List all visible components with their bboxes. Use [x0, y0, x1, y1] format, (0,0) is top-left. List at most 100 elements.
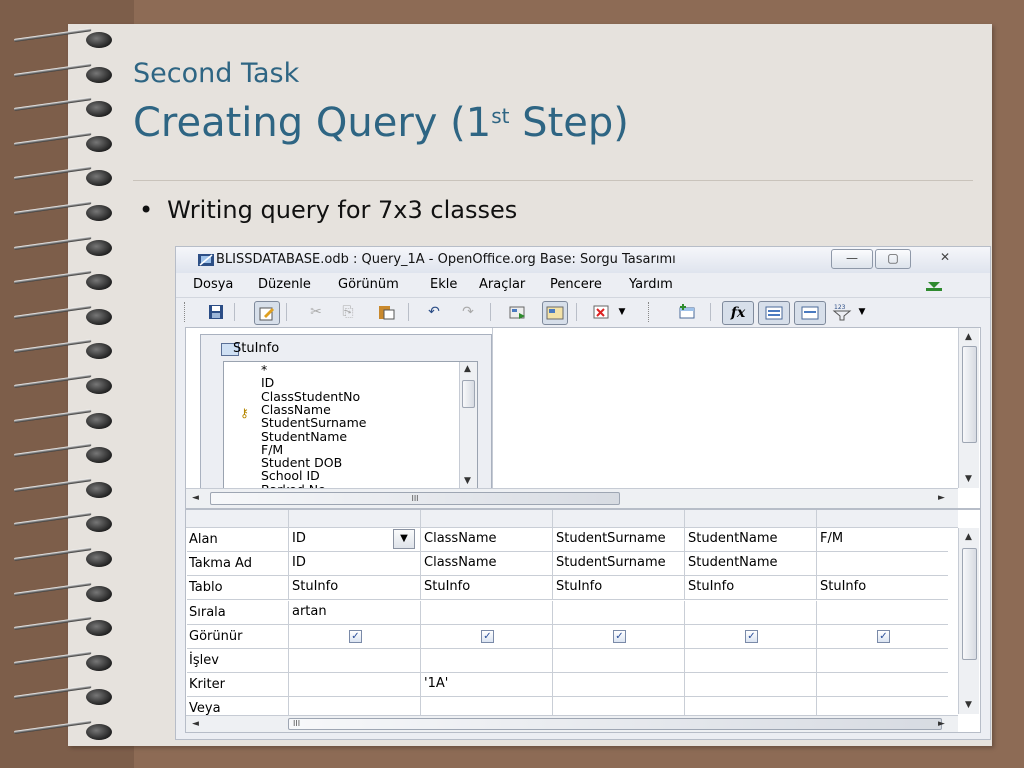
menu-pencere[interactable]: Pencere — [550, 277, 602, 292]
grid-cell-kriter[interactable] — [288, 673, 420, 698]
redo-icon[interactable]: ↷ — [456, 301, 480, 323]
functions-icon[interactable]: fx — [722, 301, 754, 325]
menu-yardim[interactable]: Yardım — [629, 277, 673, 292]
grid-cell-kriter[interactable] — [816, 673, 948, 698]
grid-column-header[interactable] — [288, 510, 421, 527]
grid-cell-kriter[interactable]: '1A' — [420, 673, 552, 698]
table-window-stuinfo[interactable]: StuInfo ⚷ * ID ClassStudentNo ClassName Stud… — [200, 334, 492, 490]
close-button[interactable]: ✕ — [920, 249, 970, 267]
scroll-up-arrow-icon[interactable]: ▲ — [965, 332, 972, 342]
grid-cell-sirala[interactable]: artan — [288, 600, 420, 625]
scroll-right-arrow-icon[interactable]: ► — [938, 719, 945, 729]
grid-cell-tablo[interactable]: StuInfo — [816, 576, 948, 601]
grid-cell-gorunur[interactable]: ✓ — [816, 624, 948, 649]
visible-checkbox[interactable]: ✓ — [877, 629, 890, 643]
grid-cell-sirala[interactable] — [684, 600, 816, 625]
menu-araclar[interactable]: Araçlar — [479, 277, 525, 292]
design-horizontal-scrollbar[interactable]: ◄ III ► — [186, 488, 958, 508]
grid-vertical-scrollbar[interactable]: ▲ ▼ — [958, 528, 979, 714]
grid-cell-takma-ad[interactable]: ID — [288, 552, 420, 577]
menu-dosya[interactable]: Dosya — [193, 277, 233, 292]
grid-column-header[interactable] — [552, 510, 685, 527]
grid-cell-gorunur[interactable]: ✓ — [420, 624, 552, 649]
visible-checkbox[interactable]: ✓ — [613, 629, 626, 643]
clear-query-icon[interactable] — [590, 301, 614, 323]
design-view-toggle-icon[interactable] — [542, 301, 568, 325]
grid-cell-islev[interactable] — [816, 649, 948, 673]
grid-cell-takma-ad[interactable] — [816, 552, 948, 577]
scroll-down-arrow-icon[interactable]: ▼ — [464, 476, 471, 486]
grid-cell-alan[interactable]: F/M — [816, 528, 948, 552]
alias-icon[interactable] — [794, 301, 826, 325]
field-list-scrollbar[interactable]: ▲ ▼ — [459, 362, 477, 489]
grid-cell-gorunur[interactable]: ✓ — [684, 624, 816, 649]
field-dropdown-button[interactable]: ▼ — [393, 529, 415, 549]
grid-column-header[interactable] — [420, 510, 553, 527]
scroll-right-arrow-icon[interactable]: ► — [938, 493, 945, 503]
scroll-up-arrow-icon[interactable]: ▲ — [464, 364, 471, 374]
scroll-up-arrow-icon[interactable]: ▲ — [965, 532, 972, 542]
grid-cell-sirala[interactable] — [552, 600, 684, 625]
dropdown-arrow-icon[interactable]: ▼ — [856, 301, 868, 323]
grid-cell-islev[interactable] — [684, 649, 816, 673]
menu-gorunum[interactable]: Görünüm — [338, 277, 399, 292]
minimize-button[interactable]: — — [831, 249, 873, 269]
grid-cell-islev[interactable] — [552, 649, 684, 673]
dropdown-arrow-icon[interactable]: ▼ — [616, 301, 628, 323]
grid-cell-kriter[interactable] — [684, 673, 816, 698]
toolbar-grip-handle[interactable] — [648, 302, 652, 322]
grid-cell-islev[interactable] — [288, 649, 420, 673]
scroll-down-arrow-icon[interactable]: ▼ — [965, 700, 972, 710]
grid-cell-takma-ad[interactable]: StudentName — [684, 552, 816, 577]
scroll-thumb[interactable]: III — [288, 718, 942, 730]
grid-cell-alan[interactable]: ID ▼ — [288, 528, 420, 552]
scroll-thumb[interactable] — [962, 346, 977, 443]
grid-cell-tablo[interactable]: StuInfo — [288, 576, 420, 601]
add-table-icon[interactable] — [676, 301, 700, 323]
scroll-thumb[interactable]: III — [210, 492, 620, 505]
grid-cell-takma-ad[interactable]: ClassName — [420, 552, 552, 577]
scroll-left-arrow-icon[interactable]: ◄ — [192, 719, 199, 729]
scroll-thumb[interactable] — [962, 548, 977, 660]
download-update-icon[interactable] — [924, 278, 944, 292]
field-list[interactable]: ⚷ * ID ClassStudentNo ClassName StudentSurna… — [223, 361, 478, 490]
grid-column-header[interactable] — [684, 510, 817, 527]
cut-icon[interactable]: ✂ — [304, 301, 328, 323]
table-name-icon[interactable] — [758, 301, 790, 325]
grid-cell-alan[interactable]: StudentSurname — [552, 528, 684, 552]
undo-icon[interactable]: ↶ — [422, 301, 446, 323]
save-icon[interactable] — [204, 301, 228, 323]
grid-cell-alan[interactable]: ClassName — [420, 528, 552, 552]
grid-horizontal-scrollbar[interactable]: ◄ III ► — [186, 715, 958, 732]
grid-cell-tablo[interactable]: StuInfo — [420, 576, 552, 601]
menu-duzenle[interactable]: Düzenle — [258, 277, 311, 292]
scroll-thumb[interactable] — [462, 380, 475, 408]
scroll-down-arrow-icon[interactable]: ▼ — [965, 474, 972, 484]
run-query-icon[interactable] — [506, 301, 530, 323]
distinct-values-icon[interactable]: 123 — [830, 301, 854, 323]
maximize-button[interactable]: ▢ — [875, 249, 911, 269]
grid-cell-tablo[interactable]: StuInfo — [684, 576, 816, 601]
grid-cell-takma-ad[interactable]: StudentSurname — [552, 552, 684, 577]
window-titlebar[interactable]: BLISSDATABASE.odb : Query_1A - OpenOffic… — [176, 247, 990, 273]
grid-cell-sirala[interactable] — [816, 600, 948, 625]
grid-cell-gorunur[interactable]: ✓ — [552, 624, 684, 649]
grid-column-header[interactable] — [816, 510, 949, 527]
visible-checkbox[interactable]: ✓ — [481, 629, 494, 643]
copy-icon[interactable]: ⎘ — [336, 301, 360, 323]
scroll-left-arrow-icon[interactable]: ◄ — [192, 493, 199, 503]
table-design-area[interactable]: StuInfo ⚷ * ID ClassStudentNo ClassName Stud… — [185, 327, 981, 509]
paste-icon[interactable] — [374, 301, 398, 323]
toolbar-grip-handle[interactable] — [184, 302, 188, 322]
grid-cell-gorunur[interactable]: ✓ — [288, 624, 420, 649]
grid-cell-kriter[interactable] — [552, 673, 684, 698]
grid-cell-sirala[interactable] — [420, 600, 552, 625]
grid-cell-islev[interactable] — [420, 649, 552, 673]
edit-mode-icon[interactable] — [254, 301, 280, 325]
menu-ekle[interactable]: Ekle — [430, 277, 457, 292]
visible-checkbox[interactable]: ✓ — [745, 629, 758, 643]
design-vertical-scrollbar[interactable]: ▲ ▼ — [958, 328, 979, 488]
visible-checkbox[interactable]: ✓ — [349, 629, 362, 643]
grid-cell-tablo[interactable]: StuInfo — [552, 576, 684, 601]
grid-cell-alan[interactable]: StudentName — [684, 528, 816, 552]
